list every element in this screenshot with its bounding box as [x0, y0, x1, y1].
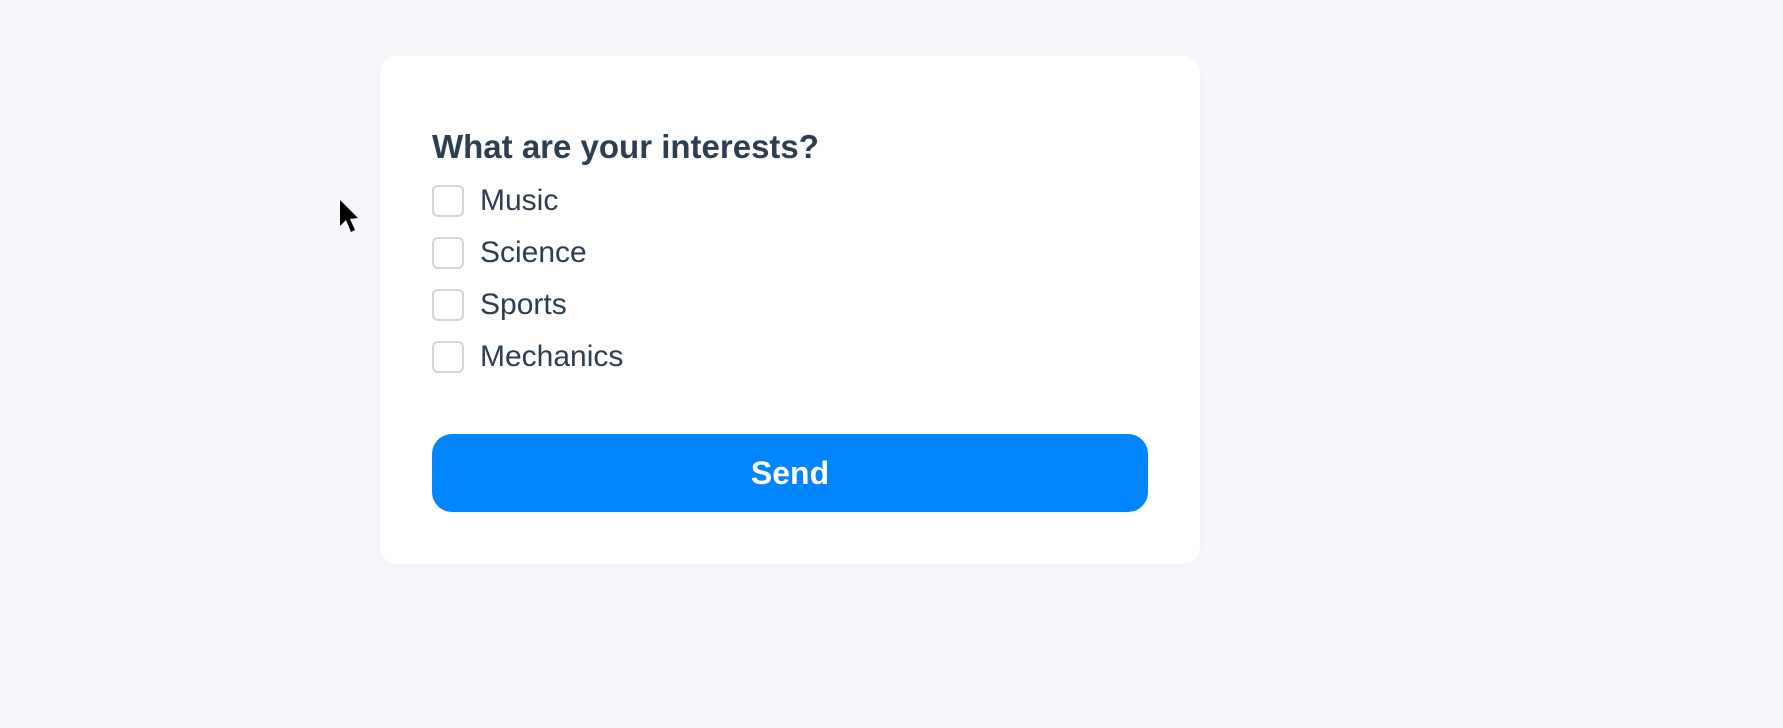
- option-science[interactable]: Science: [432, 236, 1148, 270]
- cursor-icon: [340, 200, 364, 236]
- option-music[interactable]: Music: [432, 184, 1148, 218]
- question-title: What are your interests?: [432, 128, 1148, 166]
- option-mechanics[interactable]: Mechanics: [432, 340, 1148, 374]
- option-sports[interactable]: Sports: [432, 288, 1148, 322]
- checkbox-science[interactable]: [432, 237, 464, 269]
- checkbox-music[interactable]: [432, 185, 464, 217]
- interests-form-card: What are your interests? Music Science S…: [380, 56, 1200, 564]
- option-label[interactable]: Science: [480, 236, 587, 270]
- option-label[interactable]: Mechanics: [480, 340, 623, 374]
- option-label[interactable]: Music: [480, 184, 558, 218]
- checkbox-sports[interactable]: [432, 289, 464, 321]
- checkbox-mechanics[interactable]: [432, 341, 464, 373]
- send-button[interactable]: Send: [432, 434, 1148, 512]
- option-label[interactable]: Sports: [480, 288, 567, 322]
- options-list: Music Science Sports Mechanics: [432, 184, 1148, 374]
